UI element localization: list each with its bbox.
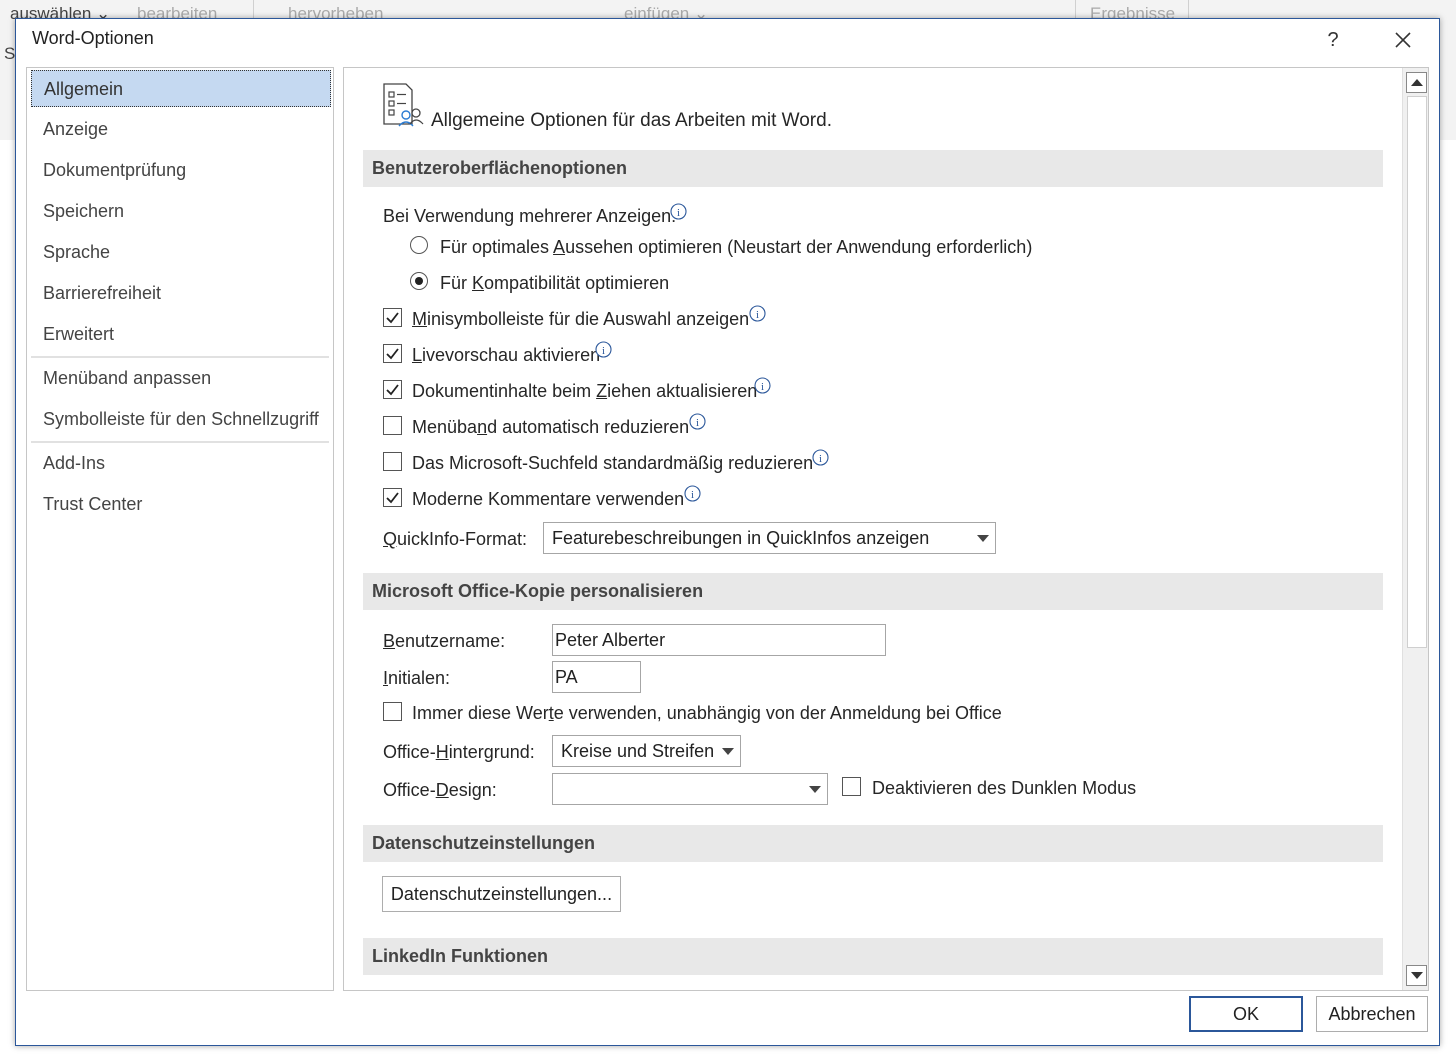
- sidebar-item-erweitert[interactable]: Erweitert: [31, 316, 331, 353]
- svg-text:i: i: [819, 453, 822, 465]
- office-background-value: Kreise und Streifen: [561, 741, 715, 761]
- help-button[interactable]: ?: [1318, 25, 1348, 55]
- office-background-label: Office-Hintergrund:: [383, 742, 535, 762]
- checkbox-update-on-drag-label[interactable]: Dokumentinhalte beim Ziehen aktualisiere…: [412, 381, 757, 402]
- checkbox-always-use-values[interactable]: [383, 702, 402, 721]
- title-bar: Word-Optionen ?: [16, 19, 1439, 61]
- sidebar-divider: [31, 356, 329, 358]
- checkbox-live-preview-label[interactable]: Livevorschau aktivieren: [412, 345, 600, 366]
- vertical-scrollbar[interactable]: [1402, 68, 1428, 990]
- privacy-settings-button[interactable]: Datenschutzeinstellungen...: [382, 876, 621, 912]
- quickinfo-label: QuickInfo-Format:: [383, 529, 528, 549]
- svg-text:i: i: [677, 207, 680, 219]
- checkbox-mini-toolbar[interactable]: [383, 308, 402, 327]
- cancel-button[interactable]: Abbrechen: [1316, 996, 1428, 1032]
- sidebar-item-schnellzugriff[interactable]: Symbolleiste für den Schnellzugriff: [31, 401, 331, 438]
- checkbox-mini-toolbar-label[interactable]: Minisymbolleiste für die Auswahl anzeige…: [412, 309, 749, 330]
- scroll-down-button[interactable]: [1406, 965, 1427, 986]
- username-label: Benutzername:: [383, 631, 506, 651]
- sidebar-item-allgemein[interactable]: Allgemein: [31, 70, 331, 107]
- quickinfo-format-select[interactable]: Featurebeschreibungen in QuickInfos anze…: [543, 522, 996, 554]
- initials-input[interactable]: PA: [552, 661, 641, 693]
- ribbon-fragment: S: [4, 44, 16, 63]
- checkmark-icon: [386, 312, 399, 324]
- quickinfo-format-value: Featurebeschreibungen in QuickInfos anze…: [552, 528, 930, 548]
- sidebar-item-add-ins[interactable]: Add-Ins: [31, 445, 331, 482]
- svg-text:i: i: [602, 345, 605, 357]
- checkbox-always-use-values-label[interactable]: Immer diese Werte verwenden, unabhängig …: [412, 703, 1002, 724]
- checkbox-modern-comments-label[interactable]: Moderne Kommentare verwenden: [412, 489, 684, 510]
- ribbon-divider: [1188, 0, 1189, 18]
- svg-text:i: i: [756, 309, 759, 321]
- initials-label: Initialen:: [383, 668, 451, 688]
- sidebar-item-trust-center[interactable]: Trust Center: [31, 486, 331, 523]
- general-options-icon: [383, 83, 424, 127]
- section-privacy: Datenschutzeinstellungen: [363, 825, 1383, 862]
- chevron-down-icon: [809, 786, 821, 793]
- info-icon[interactable]: i: [754, 377, 771, 394]
- ok-button[interactable]: OK: [1189, 996, 1303, 1032]
- section-ui-options: Benutzeroberflächenoptionen: [363, 150, 1383, 187]
- username-input[interactable]: Peter Alberter: [552, 624, 886, 656]
- ribbon-divider: [1075, 0, 1076, 18]
- info-icon[interactable]: i: [812, 449, 829, 466]
- word-options-dialog: Word-Optionen ? Allgemein Anzeige Dokume…: [15, 18, 1440, 1046]
- info-icon[interactable]: i: [595, 341, 612, 358]
- sidebar-item-speichern[interactable]: Speichern: [31, 193, 331, 230]
- options-content: Allgemeine Optionen für das Arbeiten mit…: [343, 67, 1429, 991]
- sidebar-item-sprache[interactable]: Sprache: [31, 234, 331, 271]
- dialog-title: Word-Optionen: [32, 28, 154, 48]
- info-icon[interactable]: i: [670, 203, 687, 220]
- office-design-select[interactable]: [552, 773, 828, 805]
- checkbox-collapse-ribbon-label[interactable]: Menüband automatisch reduzieren: [412, 417, 689, 438]
- checkbox-disable-dark-mode-label[interactable]: Deaktivieren des Dunklen Modus: [872, 778, 1136, 799]
- scroll-up-button[interactable]: [1406, 72, 1427, 93]
- checkbox-modern-comments[interactable]: [383, 488, 402, 507]
- checkbox-collapse-search-label[interactable]: Das Microsoft-Suchfeld standardmäßig red…: [412, 453, 813, 474]
- section-personalize: Microsoft Office-Kopie personalisieren: [363, 573, 1383, 610]
- options-sidebar: Allgemein Anzeige Dokumentprüfung Speich…: [26, 67, 334, 991]
- info-icon[interactable]: i: [749, 305, 766, 322]
- sidebar-item-dokumentpruefung[interactable]: Dokumentprüfung: [31, 152, 331, 189]
- ribbon-divider: [253, 0, 254, 18]
- checkmark-icon: [386, 492, 399, 504]
- checkbox-collapse-search[interactable]: [383, 452, 402, 471]
- radio-compatibility-label[interactable]: Für Kompatibilität optimieren: [440, 273, 669, 294]
- info-icon[interactable]: i: [689, 413, 706, 430]
- multi-display-label: Bei Verwendung mehrerer Anzeigen:: [383, 206, 677, 226]
- radio-optimal-label[interactable]: Für optimales Aussehen optimieren (Neust…: [440, 237, 1032, 258]
- sidebar-item-menueband-anpassen[interactable]: Menüband anpassen: [31, 360, 331, 397]
- scroll-thumb[interactable]: [1407, 96, 1427, 648]
- close-icon: [1395, 32, 1411, 48]
- svg-text:i: i: [696, 417, 699, 429]
- section-linkedin: LinkedIn Funktionen: [363, 938, 1383, 975]
- chevron-down-icon: [722, 748, 734, 755]
- sidebar-item-anzeige[interactable]: Anzeige: [31, 111, 331, 148]
- checkbox-live-preview[interactable]: [383, 344, 402, 363]
- close-button[interactable]: [1388, 25, 1418, 55]
- chevron-down-icon: [977, 535, 989, 542]
- radio-compatibility[interactable]: [410, 272, 428, 290]
- checkbox-update-on-drag[interactable]: [383, 380, 402, 399]
- radio-optimal-appearance[interactable]: [410, 236, 428, 254]
- office-design-label: Office-Design:: [383, 780, 497, 800]
- page-header: Allgemeine Optionen für das Arbeiten mit…: [431, 110, 832, 131]
- svg-text:i: i: [691, 489, 694, 501]
- checkmark-icon: [386, 384, 399, 396]
- svg-text:i: i: [761, 381, 764, 393]
- checkmark-icon: [386, 348, 399, 360]
- checkbox-collapse-ribbon[interactable]: [383, 416, 402, 435]
- sidebar-item-barrierefreiheit[interactable]: Barrierefreiheit: [31, 275, 331, 312]
- info-icon[interactable]: i: [684, 485, 701, 502]
- office-background-select[interactable]: Kreise und Streifen: [552, 735, 741, 767]
- sidebar-divider: [31, 441, 329, 443]
- checkbox-disable-dark-mode[interactable]: [842, 777, 861, 796]
